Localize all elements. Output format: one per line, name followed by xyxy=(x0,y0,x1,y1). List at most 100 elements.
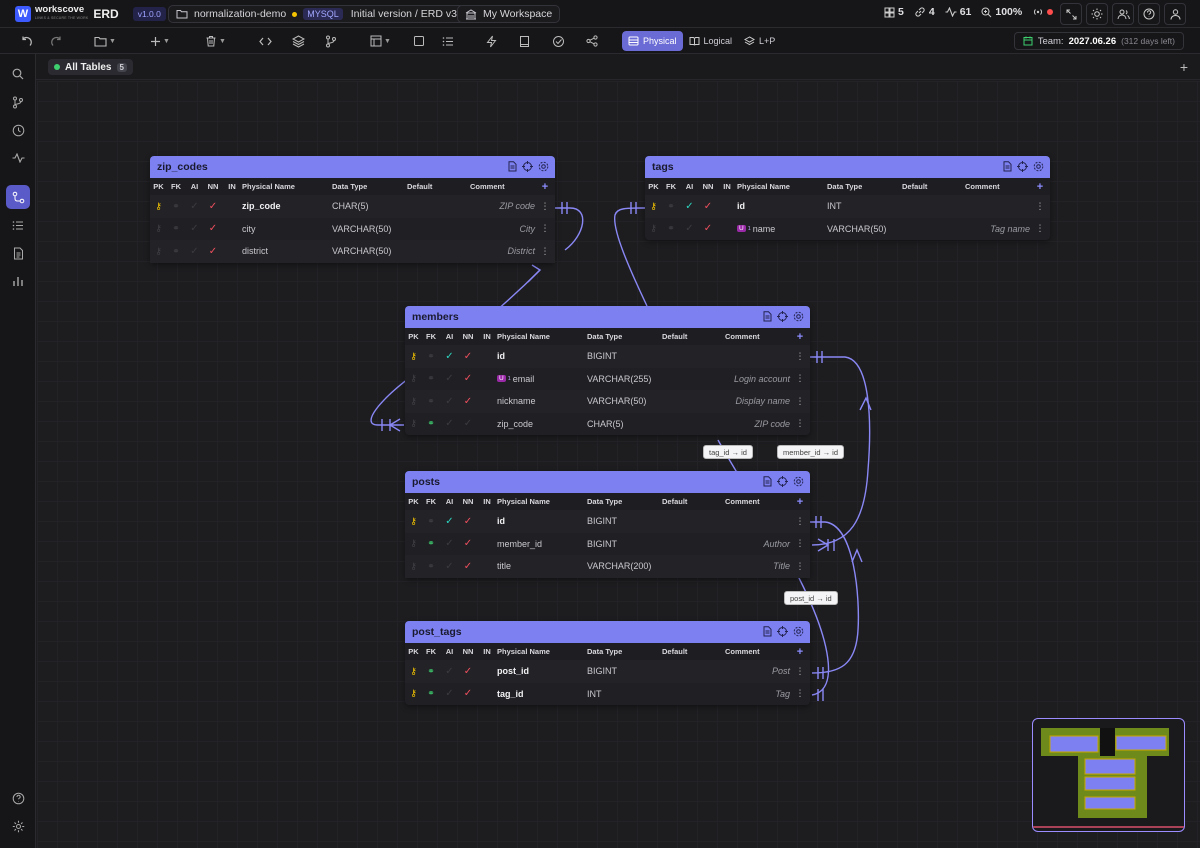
column-type[interactable]: VARCHAR(50) xyxy=(827,224,902,234)
table-header[interactable]: posts xyxy=(405,471,810,493)
column-name[interactable]: post_id xyxy=(497,666,587,676)
pk-key-icon[interactable]: ⚷ xyxy=(405,666,422,677)
quick-action-button[interactable] xyxy=(486,31,497,51)
table-row[interactable]: ⚷ ⚭ ✓ ✓ district VARCHAR(50) District ⋮ xyxy=(150,240,555,263)
sidebar-activity[interactable] xyxy=(6,146,30,170)
ai-check-icon[interactable]: ✓ xyxy=(440,538,459,549)
validate-button[interactable] xyxy=(552,31,565,51)
table-row[interactable]: ⚷ ⚭ ✓ ✓ zip_code CHAR(5) ZIP code ⋮ xyxy=(405,413,810,436)
target-icon[interactable] xyxy=(777,476,788,487)
nn-check-icon[interactable]: ✓ xyxy=(204,246,222,257)
column-type[interactable]: INT xyxy=(827,201,902,211)
row-menu-icon[interactable]: ⋮ xyxy=(1030,201,1050,212)
docs-button[interactable] xyxy=(519,31,530,51)
column-name[interactable]: tag_id xyxy=(497,689,587,699)
edge-label-post[interactable]: post_id → id xyxy=(784,591,838,605)
gear-icon[interactable] xyxy=(538,161,549,172)
code-button[interactable] xyxy=(259,31,272,51)
table-header[interactable]: post_tags xyxy=(405,621,810,643)
column-name[interactable]: member_id xyxy=(497,539,587,549)
project-selector[interactable]: normalization-demo MYSQL Initial version… xyxy=(168,5,465,23)
team-button[interactable] xyxy=(1112,3,1134,25)
fk-link-icon[interactable]: ⚭ xyxy=(422,538,440,549)
nn-check-icon[interactable]: ✓ xyxy=(699,223,717,234)
ai-check-icon[interactable]: ✓ xyxy=(440,688,459,699)
fk-link-icon[interactable]: ⚭ xyxy=(422,516,440,527)
fk-link-icon[interactable]: ⚭ xyxy=(422,396,440,407)
target-icon[interactable] xyxy=(777,626,788,637)
gear-icon[interactable] xyxy=(793,311,804,322)
pk-key-icon[interactable]: ⚷ xyxy=(405,373,422,384)
nn-check-icon[interactable]: ✓ xyxy=(204,201,222,212)
mode-physical[interactable]: Physical xyxy=(622,31,683,51)
row-menu-icon[interactable]: ⋮ xyxy=(790,373,810,384)
column-type[interactable]: BIGINT xyxy=(587,666,662,676)
row-menu-icon[interactable]: ⋮ xyxy=(535,246,555,257)
nn-check-icon[interactable]: ✓ xyxy=(459,516,477,527)
erd-table-members[interactable]: members PK FK AI NN IN Physical Name Dat… xyxy=(405,306,810,435)
row-menu-icon[interactable]: ⋮ xyxy=(790,418,810,429)
minimap[interactable] xyxy=(1032,718,1185,832)
row-menu-icon[interactable]: ⋮ xyxy=(790,561,810,572)
column-type[interactable]: VARCHAR(255) xyxy=(587,374,662,384)
row-menu-icon[interactable]: ⋮ xyxy=(790,351,810,362)
erd-table-post-tags[interactable]: post_tags PK FK AI NN IN Physical Name D… xyxy=(405,621,810,705)
nn-check-icon[interactable]: ✓ xyxy=(459,418,477,429)
fk-link-icon[interactable]: ⚭ xyxy=(167,246,185,257)
column-type[interactable]: VARCHAR(50) xyxy=(332,224,407,234)
column-comment[interactable]: Author xyxy=(722,539,790,549)
erd-table-zip-codes[interactable]: zip_codes PK FK AI NN IN Physical Name D… xyxy=(150,156,555,263)
nn-check-icon[interactable]: ✓ xyxy=(459,666,477,677)
table-row[interactable]: ⚷ ⚭ ✓ ✓ nickname VARCHAR(50) Display nam… xyxy=(405,390,810,413)
target-icon[interactable] xyxy=(777,311,788,322)
fk-link-icon[interactable]: ⚭ xyxy=(422,351,440,362)
column-name[interactable]: U 1 name xyxy=(737,224,827,234)
column-comment[interactable]: District xyxy=(467,246,536,256)
app-logo[interactable]: W workscove LINKS & SECURE THE WORK ERD … xyxy=(15,4,166,22)
nn-check-icon[interactable]: ✓ xyxy=(699,201,717,212)
row-menu-icon[interactable]: ⋮ xyxy=(790,688,810,699)
pk-key-icon[interactable]: ⚷ xyxy=(150,201,167,212)
theme-toggle[interactable] xyxy=(1086,3,1108,25)
column-name[interactable]: title xyxy=(497,561,587,571)
add-tab-button[interactable]: + xyxy=(1180,59,1188,75)
nn-check-icon[interactable]: ✓ xyxy=(204,223,222,234)
sidebar-document[interactable] xyxy=(6,241,30,265)
ai-check-icon[interactable]: ✓ xyxy=(185,246,204,257)
add-column-button[interactable]: + xyxy=(790,331,810,343)
target-icon[interactable] xyxy=(522,161,533,172)
fk-link-icon[interactable]: ⚭ xyxy=(422,688,440,699)
document-icon[interactable] xyxy=(763,626,772,637)
column-name[interactable]: zip_code xyxy=(242,201,332,211)
column-type[interactable]: VARCHAR(50) xyxy=(332,246,407,256)
row-menu-icon[interactable]: ⋮ xyxy=(790,396,810,407)
table-row[interactable]: ⚷ ⚭ ✓ ✓ title VARCHAR(200) Title ⋮ xyxy=(405,555,810,578)
list-button[interactable] xyxy=(442,31,454,51)
pk-key-icon[interactable]: ⚷ xyxy=(405,516,422,527)
gear-icon[interactable] xyxy=(1033,161,1044,172)
erd-table-tags[interactable]: tags PK FK AI NN IN Physical Name Data T… xyxy=(645,156,1050,240)
workspace-button[interactable]: My Workspace xyxy=(457,5,561,23)
row-menu-icon[interactable]: ⋮ xyxy=(535,223,555,234)
ai-check-icon[interactable]: ✓ xyxy=(185,223,204,234)
fk-link-icon[interactable]: ⚭ xyxy=(662,223,680,234)
pk-key-icon[interactable]: ⚷ xyxy=(405,688,422,699)
ai-check-icon[interactable]: ✓ xyxy=(440,418,459,429)
column-comment[interactable]: City xyxy=(467,224,536,234)
document-icon[interactable] xyxy=(1003,161,1012,172)
sidebar-list[interactable] xyxy=(6,213,30,237)
sidebar-stats[interactable] xyxy=(6,269,30,293)
add-menu[interactable]: ▼ xyxy=(150,31,170,51)
add-column-button[interactable]: + xyxy=(535,181,555,193)
column-type[interactable]: BIGINT xyxy=(587,539,662,549)
table-row[interactable]: ⚷ ⚭ ✓ ✓ zip_code CHAR(5) ZIP code ⋮ xyxy=(150,195,555,218)
help-button[interactable] xyxy=(1138,3,1160,25)
nn-check-icon[interactable]: ✓ xyxy=(459,561,477,572)
table-header[interactable]: tags xyxy=(645,156,1050,178)
nn-check-icon[interactable]: ✓ xyxy=(459,373,477,384)
erd-table-posts[interactable]: posts PK FK AI NN IN Physical Name Data … xyxy=(405,471,810,578)
fk-link-icon[interactable]: ⚭ xyxy=(167,223,185,234)
document-icon[interactable] xyxy=(763,311,772,322)
add-column-button[interactable]: + xyxy=(1030,181,1050,193)
target-icon[interactable] xyxy=(1017,161,1028,172)
